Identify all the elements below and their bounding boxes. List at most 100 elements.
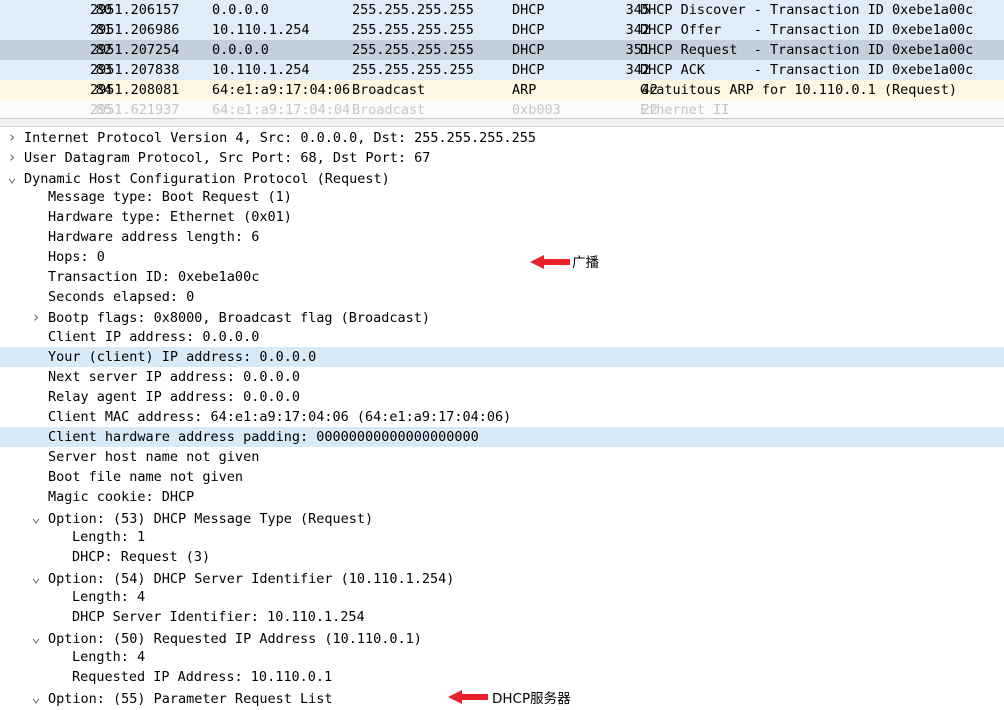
detail-row[interactable]: Message type: Boot Request (1) bbox=[0, 187, 1004, 207]
detail-row[interactable]: Client IP address: 0.0.0.0 bbox=[0, 327, 1004, 347]
detail-row[interactable]: › Bootp flags: 0x8000, Broadcast flag (Br… bbox=[0, 307, 1004, 327]
chevron-down-icon[interactable]: ⌄ bbox=[24, 627, 48, 647]
packet-detail-pane[interactable]: › Internet Protocol Version 4, Src: 0.0.0… bbox=[0, 127, 1004, 710]
detail-row[interactable]: Hardware address length: 6 bbox=[0, 227, 1004, 247]
detail-indent: ⌄ bbox=[0, 168, 24, 187]
detail-row[interactable]: DHCP Server Identifier: 10.110.1.254 bbox=[0, 607, 1004, 627]
packet-cell-src: 0.0.0.0 bbox=[212, 2, 269, 18]
packet-cell-dst: 255.255.255.255 bbox=[352, 42, 474, 58]
detail-row-label: Internet Protocol Version 4, Src: 0.0.0.… bbox=[24, 130, 537, 146]
detail-row[interactable]: Your (client) IP address: 0.0.0.0 bbox=[0, 347, 1004, 367]
detail-indent bbox=[0, 189, 48, 205]
annotation-label-broadcast: 广播 bbox=[572, 255, 599, 271]
detail-indent bbox=[0, 349, 48, 365]
packet-cell-dst: 255.255.255.255 bbox=[352, 2, 474, 18]
packet-row[interactable]: 80 2951.206157 0.0.0.0 255.255.255.255 DHCP 3… bbox=[0, 0, 1004, 20]
packet-cell-proto: DHCP bbox=[512, 62, 545, 78]
detail-row-label: Next server IP address: 0.0.0.0 bbox=[48, 369, 300, 385]
detail-row[interactable]: ⌄ Option: (54) DHCP Server Identifier (10… bbox=[0, 567, 1004, 587]
detail-row-label: Magic cookie: DHCP bbox=[48, 489, 195, 505]
detail-row[interactable]: Requested IP Address: 10.110.0.1 bbox=[0, 667, 1004, 687]
detail-row[interactable]: ⌄ Dynamic Host Configuration Protocol (Re… bbox=[0, 167, 1004, 187]
chevron-right-icon[interactable]: › bbox=[0, 127, 24, 147]
detail-row[interactable]: Hops: 0 bbox=[0, 247, 1004, 267]
detail-row-label: DHCP Server Identifier: 10.110.1.254 bbox=[72, 609, 365, 625]
detail-row-label: Bootp flags: 0x8000, Broadcast flag (Bro… bbox=[48, 310, 431, 326]
detail-row[interactable]: Transaction ID: 0xebe1a00c bbox=[0, 267, 1004, 287]
detail-row[interactable]: Client MAC address: 64:e1:a9:17:04:06 (6… bbox=[0, 407, 1004, 427]
packet-cell-time: 2951.208081 bbox=[90, 82, 180, 98]
packet-cell-src: 64:e1:a9:17:04:04 bbox=[212, 102, 351, 118]
detail-indent bbox=[0, 389, 48, 405]
detail-indent bbox=[0, 469, 48, 485]
chevron-right-icon[interactable]: › bbox=[0, 147, 24, 167]
detail-row[interactable]: Boot file name not given bbox=[0, 467, 1004, 487]
detail-indent bbox=[0, 649, 72, 665]
packet-row[interactable]: 84 2951.208081 64:e1:a9:17:04:06 Broadcast A… bbox=[0, 80, 1004, 100]
packet-cell-time: 2951.621937 bbox=[90, 102, 180, 118]
chevron-down-icon[interactable]: ⌄ bbox=[24, 507, 48, 527]
detail-row[interactable]: DHCP: Request (3) bbox=[0, 547, 1004, 567]
detail-row-label: User Datagram Protocol, Src Port: 68, Ds… bbox=[24, 150, 431, 166]
detail-indent bbox=[0, 489, 48, 505]
chevron-right-icon[interactable]: › bbox=[24, 307, 48, 327]
detail-row[interactable]: › Internet Protocol Version 4, Src: 0.0.0… bbox=[0, 127, 1004, 147]
detail-row[interactable]: Server host name not given bbox=[0, 447, 1004, 467]
detail-row[interactable]: Seconds elapsed: 0 bbox=[0, 287, 1004, 307]
detail-indent bbox=[0, 229, 48, 245]
detail-row-label: Length: 1 bbox=[72, 529, 146, 545]
detail-row[interactable]: Client hardware address padding: 0000000… bbox=[0, 427, 1004, 447]
detail-row-label: Option: (53) DHCP Message Type (Request) bbox=[48, 511, 374, 527]
packet-row[interactable]: 83 2951.207838 10.110.1.254 255.255.255.255… bbox=[0, 60, 1004, 80]
chevron-down-icon[interactable]: ⌄ bbox=[0, 167, 24, 187]
detail-row[interactable]: ⌄ Option: (53) DHCP Message Type (Request… bbox=[0, 507, 1004, 527]
packet-cell-info: DHCP ACK - Transaction ID 0xebe1a00c bbox=[640, 62, 974, 78]
detail-indent bbox=[0, 249, 48, 265]
detail-indent bbox=[0, 589, 72, 605]
annotation-arrow-broadcast bbox=[530, 255, 570, 269]
detail-row[interactable]: Length: 4 bbox=[0, 647, 1004, 667]
detail-row[interactable]: ⌄ Option: (50) Requested IP Address (10.1… bbox=[0, 627, 1004, 647]
detail-row-label: Message type: Boot Request (1) bbox=[48, 189, 292, 205]
packet-cell-info: DHCP Request - Transaction ID 0xebe1a00c bbox=[640, 42, 974, 58]
detail-row[interactable]: Hardware type: Ethernet (0x01) bbox=[0, 207, 1004, 227]
detail-indent bbox=[0, 669, 72, 685]
pane-splitter[interactable] bbox=[0, 118, 1004, 127]
packet-cell-src: 64:e1:a9:17:04:06 bbox=[212, 82, 351, 98]
packet-row[interactable]: 82 2951.207254 0.0.0.0 255.255.255.255 DHCP 3… bbox=[0, 40, 1004, 60]
detail-row[interactable]: Next server IP address: 0.0.0.0 bbox=[0, 367, 1004, 387]
chevron-down-icon[interactable]: ⌄ bbox=[24, 687, 48, 707]
packet-row[interactable]: 85 2951.621937 64:e1:a9:17:04:04 Broadcast 0… bbox=[0, 100, 1004, 118]
packet-cell-src: 0.0.0.0 bbox=[212, 42, 269, 58]
detail-row-label: Option: (55) Parameter Request List bbox=[48, 691, 333, 707]
detail-indent bbox=[0, 609, 72, 625]
detail-row[interactable]: Magic cookie: DHCP bbox=[0, 487, 1004, 507]
packet-list-pane[interactable]: 80 2951.206157 0.0.0.0 255.255.255.255 DHCP 3… bbox=[0, 0, 1004, 118]
packet-cell-info: DHCP Discover - Transaction ID 0xebe1a00… bbox=[640, 2, 974, 18]
detail-indent: ⌄ bbox=[0, 568, 48, 587]
annotation-label-dhcp-server: DHCP服务器 bbox=[492, 691, 571, 707]
packet-row[interactable]: 81 2951.206986 10.110.1.254 255.255.255.255… bbox=[0, 20, 1004, 40]
detail-row-label: Hops: 0 bbox=[48, 249, 105, 265]
detail-indent bbox=[0, 529, 72, 545]
packet-cell-dst: Broadcast bbox=[352, 102, 426, 118]
detail-row-label: Relay agent IP address: 0.0.0.0 bbox=[48, 389, 300, 405]
detail-row[interactable]: Length: 1 bbox=[0, 527, 1004, 547]
packet-cell-dst: 255.255.255.255 bbox=[352, 22, 474, 38]
detail-row[interactable]: Length: 4 bbox=[0, 587, 1004, 607]
detail-row[interactable]: Relay agent IP address: 0.0.0.0 bbox=[0, 387, 1004, 407]
chevron-down-icon[interactable]: ⌄ bbox=[24, 567, 48, 587]
detail-row-label: Hardware address length: 6 bbox=[48, 229, 260, 245]
detail-row[interactable]: › User Datagram Protocol, Src Port: 68, D… bbox=[0, 147, 1004, 167]
packet-cell-proto: DHCP bbox=[512, 42, 545, 58]
